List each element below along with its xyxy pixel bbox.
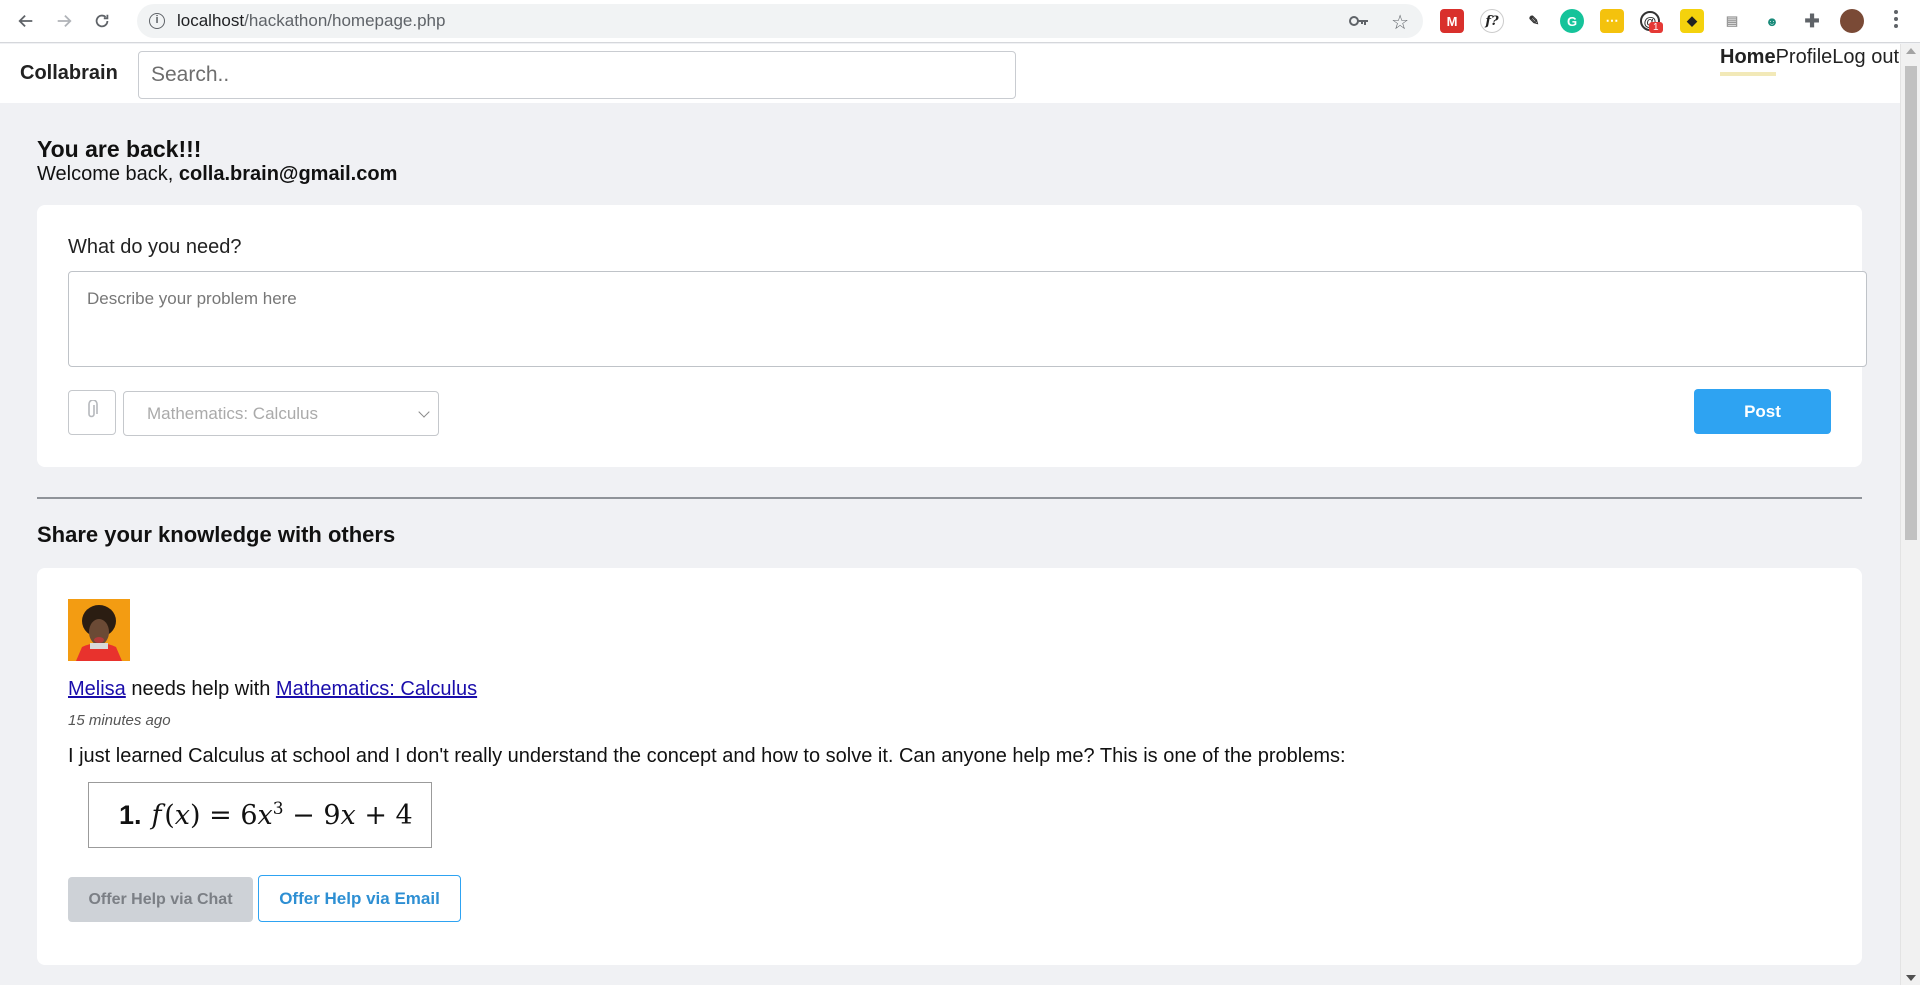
extension-eyedropper-icon[interactable]: ✎ (1522, 9, 1546, 33)
problem-textarea[interactable] (68, 271, 1867, 367)
extension-grammarly-icon[interactable]: G (1560, 9, 1584, 33)
offer-help-chat-button[interactable]: Offer Help via Chat (68, 877, 253, 922)
subject-select[interactable]: Mathematics: Calculus (123, 391, 439, 436)
profile-avatar-icon[interactable] (1840, 9, 1864, 33)
key-icon[interactable] (1349, 12, 1369, 35)
post-author-link[interactable]: Melisa (68, 678, 126, 700)
subject-selected-value: Mathematics: Calculus (147, 403, 319, 423)
page-scrollbar[interactable] (1900, 44, 1920, 985)
brand-logo[interactable]: Collabrain (20, 62, 118, 85)
extension-diamond-icon[interactable]: ◆ (1680, 9, 1704, 33)
post-meta: Melisa needs help with Mathematics: Calc… (68, 678, 477, 701)
forward-arrow-icon[interactable] (50, 7, 78, 35)
nav-home-link[interactable]: Home (1720, 46, 1776, 76)
extension-red-icon[interactable]: M (1440, 9, 1464, 33)
attach-button[interactable] (68, 390, 116, 435)
extension-badge-count: 1 (1649, 22, 1663, 33)
help-request-card: Melisa needs help with Mathematics: Calc… (37, 568, 1862, 965)
app-navbar: Collabrain Home Profile Log out (0, 44, 1900, 103)
extension-formula-icon[interactable]: f? (1480, 9, 1504, 33)
greeting-subtitle: Welcome back, colla.brain@gmail.com (37, 163, 397, 186)
address-bar[interactable]: i localhost/hackathon/homepage.php ☆ (137, 4, 1423, 38)
formula-number: 1. (119, 799, 142, 830)
url-host: localhost (177, 11, 245, 30)
share-section-title: Share your knowledge with others (37, 522, 396, 547)
extensions-icon[interactable]: ✚ (1800, 9, 1824, 33)
post-needs-text: needs help with (125, 678, 276, 700)
back-arrow-icon[interactable] (12, 7, 40, 35)
post-timestamp: 15 minutes ago (68, 712, 171, 729)
offer-help-email-button[interactable]: Offer Help via Email (258, 875, 461, 922)
post-subject-link[interactable]: Mathematics: Calculus (276, 678, 477, 700)
avatar[interactable] (68, 599, 130, 661)
user-email: colla.brain@gmail.com (178, 163, 398, 185)
kebab-menu-icon[interactable] (1894, 10, 1900, 28)
reload-icon[interactable] (88, 7, 116, 35)
nav-profile-link[interactable]: Profile (1776, 46, 1833, 76)
welcome-prefix: Welcome back, (37, 163, 179, 185)
extension-yellow-icon[interactable]: ⋯ (1600, 9, 1624, 33)
extension-doc-icon[interactable]: ▤ (1720, 9, 1744, 33)
paperclip-icon (85, 399, 99, 425)
scrollbar-thumb[interactable] (1905, 66, 1917, 540)
post-body: I just learned Calculus at school and I … (68, 745, 1346, 767)
scroll-down-arrow[interactable] (1906, 975, 1916, 981)
chevron-down-icon (418, 406, 430, 418)
post-button[interactable]: Post (1694, 389, 1831, 434)
greeting-title: You are back!!! (37, 136, 202, 162)
formula-expression: f (x) = 6x3 − 9x + 4 (151, 799, 413, 831)
ask-label: What do you need? (68, 236, 242, 258)
search-input[interactable] (138, 51, 1016, 99)
scroll-up-arrow[interactable] (1906, 48, 1916, 54)
extension-alien-icon[interactable]: ☻ (1760, 9, 1784, 33)
info-icon[interactable]: i (149, 13, 165, 29)
formula-image: 1. f (x) = 6x3 − 9x + 4 (88, 782, 432, 848)
section-divider (37, 497, 1862, 499)
address-url[interactable]: localhost/hackathon/homepage.php (177, 11, 445, 31)
browser-toolbar: i localhost/hackathon/homepage.php ☆ M f… (0, 0, 1920, 43)
nav-logout-link[interactable]: Log out (1832, 46, 1899, 76)
ask-question-card: What do you need? Mathematics: Calculus … (37, 205, 1867, 467)
top-nav: Home Profile Log out (1720, 46, 1899, 76)
url-path: /hackathon/homepage.php (244, 11, 446, 30)
star-icon[interactable]: ☆ (1391, 10, 1409, 35)
